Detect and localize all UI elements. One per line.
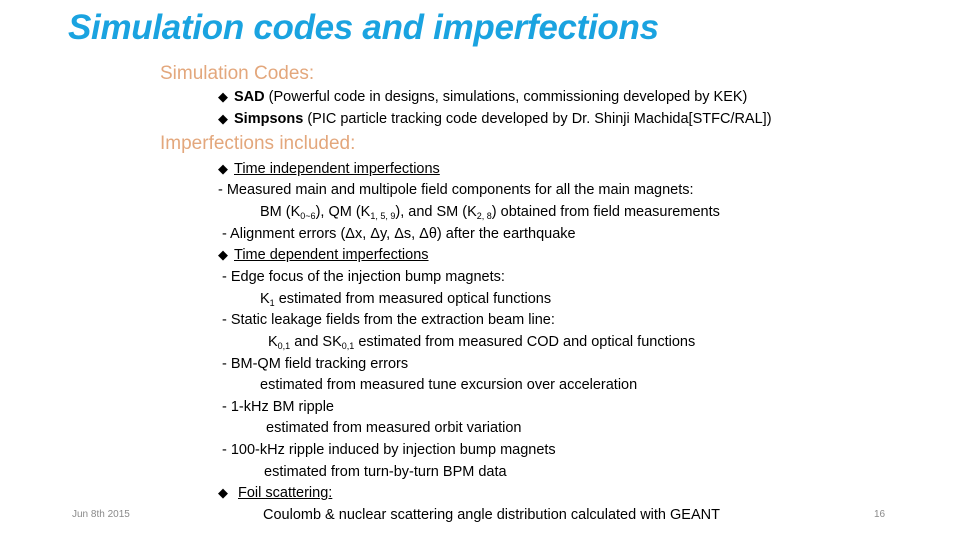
code-desc: (PIC particle tracking code developed by… bbox=[303, 111, 772, 127]
diamond-icon: ◆ bbox=[218, 161, 228, 176]
sim-codes-heading: Simulation Codes: bbox=[160, 63, 315, 84]
time-independent-label: ◆ Time independent imperfections bbox=[218, 161, 440, 177]
footer-date: Jun 8th 2015 bbox=[72, 509, 130, 520]
ripple-1khz-detail: estimated from measured orbit variation bbox=[266, 420, 522, 436]
sim-code-item-sad: ◆ SAD (Powerful code in designs, simulati… bbox=[218, 89, 747, 105]
imperfections-heading: Imperfections included: bbox=[160, 133, 356, 154]
page-number: 16 bbox=[874, 509, 886, 520]
tracking-errors-detail: estimated from measured tune excursion o… bbox=[260, 377, 638, 393]
magnet-components-line: BM (K0~6), QM (K1, 5, 9), and SM (K2, 8)… bbox=[260, 204, 720, 221]
code-name: SAD bbox=[234, 89, 265, 105]
diamond-icon: ◆ bbox=[218, 485, 228, 500]
ripple-1khz-line: - 1-kHz BM ripple bbox=[222, 399, 334, 415]
diamond-icon: ◆ bbox=[218, 247, 228, 262]
alignment-errors-line: - Alignment errors (Δx, Δy, Δs, Δθ) afte… bbox=[222, 226, 576, 242]
sim-code-item-simpsons: ◆ Simpsons (PIC particle tracking code de… bbox=[218, 111, 772, 127]
edge-focus-line: - Edge focus of the injection bump magne… bbox=[222, 269, 505, 285]
foil-scattering-label: ◆ Foil scattering: bbox=[218, 485, 333, 501]
measured-field-line: - Measured main and multipole field comp… bbox=[218, 182, 694, 198]
time-dependent-label: ◆ Time dependent imperfections bbox=[218, 247, 429, 263]
slide-title: Simulation codes and imperfections bbox=[68, 8, 659, 47]
ripple-100khz-line: - 100-kHz ripple induced by injection bu… bbox=[222, 442, 556, 458]
foil-scattering-detail: Coulomb & nuclear scattering angle distr… bbox=[263, 507, 720, 523]
k1-line: K1 estimated from measured optical funct… bbox=[260, 291, 552, 308]
leakage-line: - Static leakage fields from the extract… bbox=[222, 312, 555, 328]
diamond-icon: ◆ bbox=[218, 111, 228, 126]
diamond-icon: ◆ bbox=[218, 89, 228, 104]
code-name: Simpsons bbox=[234, 111, 304, 127]
code-desc: (Powerful code in designs, simulations, … bbox=[264, 89, 748, 105]
k01-line: K0,1 and SK0,1 estimated from measured C… bbox=[268, 334, 696, 351]
ripple-100khz-detail: estimated from turn-by-turn BPM data bbox=[264, 464, 507, 480]
tracking-errors-line: - BM-QM field tracking errors bbox=[222, 356, 409, 372]
